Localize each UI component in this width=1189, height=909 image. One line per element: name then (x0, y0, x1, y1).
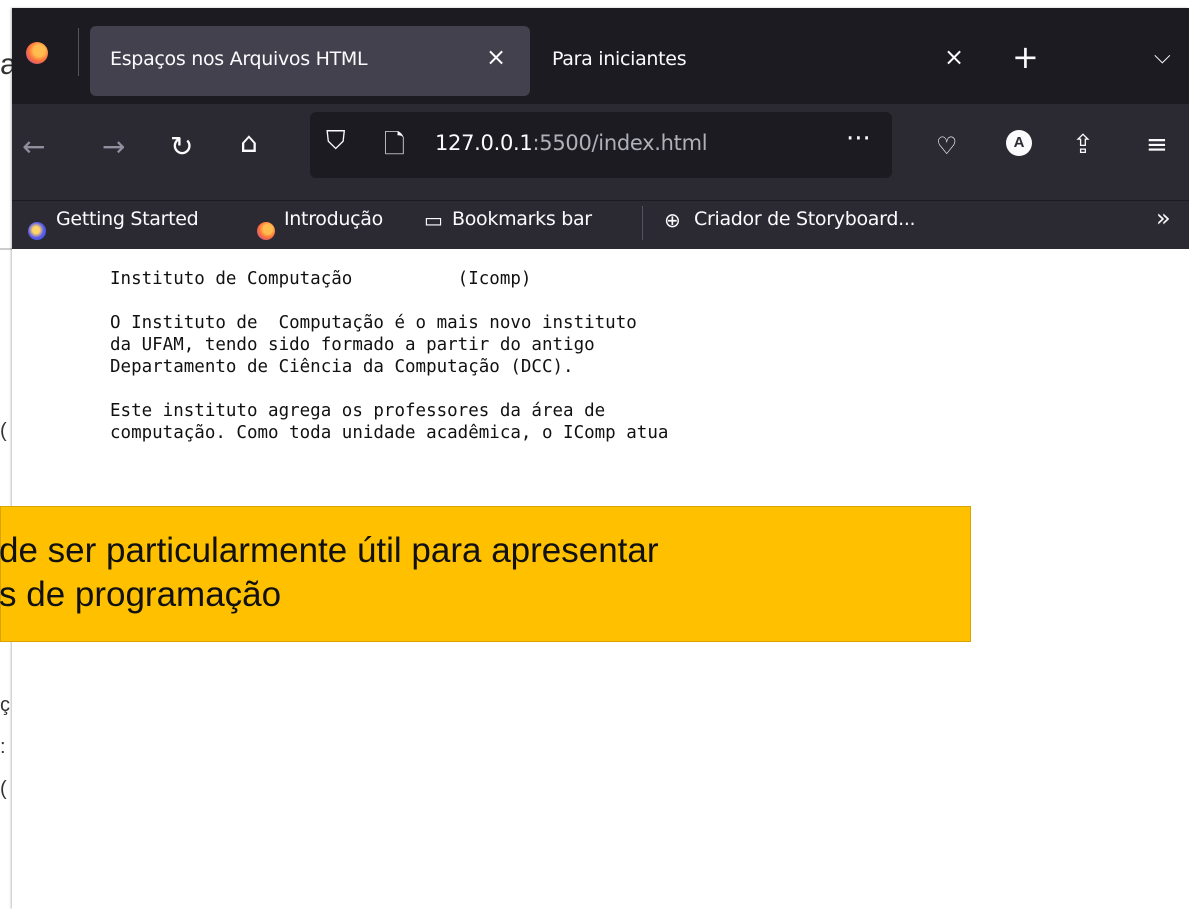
page-icon: 🗋 (384, 130, 405, 160)
url-text[interactable]: 127.0.0.1:5500/index.html (435, 131, 708, 155)
chevron-down-icon[interactable]: ⌵ (1154, 44, 1171, 69)
globe-icon: ⊕ (664, 208, 681, 232)
slide-fragment: : (0, 736, 6, 758)
slide-fragment: ( (0, 778, 7, 800)
tab-para-iniciantes[interactable]: Para iniciantes (552, 48, 687, 70)
menu-icon[interactable]: ≡ (1146, 130, 1168, 160)
firefox-icon[interactable] (26, 42, 48, 64)
slide-fragment: ç (0, 694, 10, 716)
tab-bar: Espaços nos Arquivos HTML × Para inician… (12, 8, 1189, 104)
url-bar[interactable]: ⛉ 🗋 127.0.0.1:5500/index.html ··· (310, 112, 892, 178)
bookmark-separator (642, 206, 643, 240)
paragraph-line: computação. Como toda unidade acadêmica,… (110, 423, 669, 443)
reload-icon[interactable]: ↻ (170, 130, 193, 163)
share-icon[interactable]: ⇪ (1072, 130, 1094, 160)
home-icon[interactable]: ⌂ (240, 126, 258, 159)
close-icon[interactable]: × (486, 43, 506, 71)
paragraph-line: Departamento de Ciência da Computação (D… (110, 357, 574, 377)
more-icon[interactable]: ··· (846, 124, 871, 154)
page-content: Instituto de Computação (Icomp) O Instit… (110, 268, 1010, 444)
firefox-blue-icon (28, 222, 46, 240)
slide-divider (0, 248, 12, 250)
slide-callout: de ser particularmente útil para apresen… (0, 506, 971, 642)
slide-background (0, 0, 12, 909)
pocket-icon[interactable]: ♡ (936, 132, 958, 160)
paragraph-line: da UFAM, tendo sido formado a partir do … (110, 335, 595, 355)
page-heading: Instituto de Computação (Icomp) (110, 269, 532, 289)
new-tab-icon[interactable]: + (1012, 38, 1039, 76)
bookmark-bookmarks-bar[interactable]: Bookmarks bar (452, 208, 592, 230)
bookmark-storyboard[interactable]: Criador de Storyboard... (694, 208, 916, 230)
callout-line: de ser particularmente útil para apresen… (0, 531, 659, 570)
slide-fragment: ( (0, 420, 7, 442)
browser-window: Espaços nos Arquivos HTML × Para inician… (12, 8, 1189, 909)
tab-title: Espaços nos Arquivos HTML (110, 48, 368, 70)
forward-icon[interactable]: → (102, 130, 125, 163)
paragraph-line: O Instituto de Computação é o mais novo … (110, 313, 637, 333)
paragraph-line: Este instituto agrega os professores da … (110, 401, 606, 421)
shield-icon[interactable]: ⛉ (326, 126, 346, 157)
back-icon[interactable]: ← (22, 130, 45, 163)
account-icon[interactable]: A (1006, 130, 1032, 156)
bookmark-getting-started[interactable]: Getting Started (56, 208, 199, 230)
folder-icon: ▭ (424, 208, 443, 232)
tab-separator (78, 28, 79, 76)
firefox-icon (257, 222, 275, 240)
callout-line: s de programação (0, 575, 282, 614)
bookmark-introducao[interactable]: Introdução (284, 208, 383, 230)
overflow-icon[interactable]: » (1156, 204, 1171, 232)
close-icon[interactable]: × (944, 43, 964, 71)
